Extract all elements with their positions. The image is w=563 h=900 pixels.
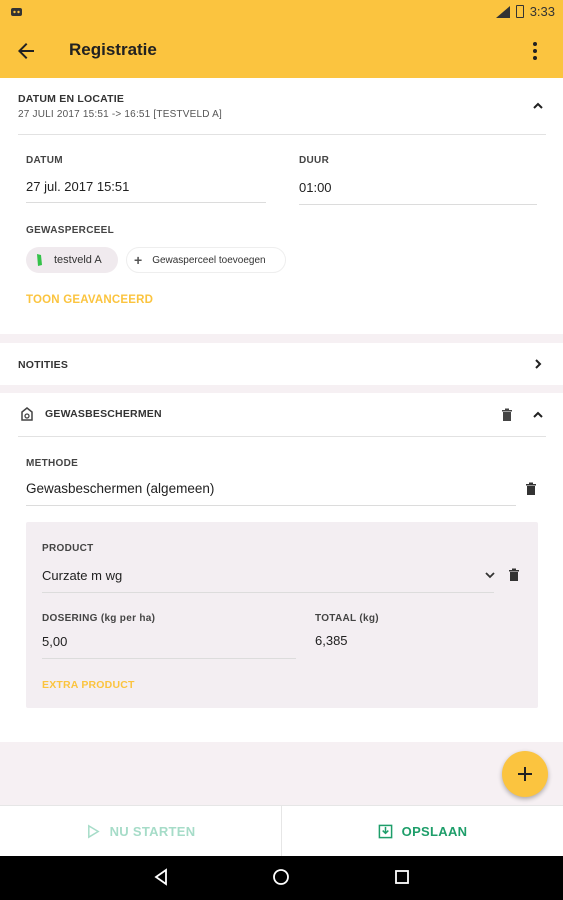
add-fab[interactable] [502, 751, 548, 797]
divider [18, 134, 546, 135]
datum-underline [26, 202, 266, 203]
product-panel: PRODUCT Curzate m wg DOSERING (kg per ha… [26, 522, 538, 708]
methode-field[interactable]: Gewasbeschermen (algemeen) [26, 481, 214, 496]
status-time: 3:33 [529, 4, 555, 19]
delete-methode-icon[interactable] [524, 482, 538, 496]
start-now-button[interactable]: NU STARTEN [0, 806, 281, 857]
system-nav-bar [0, 856, 563, 900]
signal-icon [495, 5, 510, 18]
duur-underline [299, 204, 537, 205]
product-underline [42, 592, 494, 593]
notities-card[interactable]: NOTITIES [0, 343, 563, 385]
status-bar: 3:33 [0, 0, 563, 24]
add-field-chip[interactable]: + Gewasperceel toevoegen [126, 247, 286, 273]
gewasbeschermen-title: GEWASBESCHERMEN [45, 408, 162, 420]
methode-underline [26, 505, 516, 506]
datum-locatie-summary: 27 JULI 2017 15:51 -> 16:51 [TESTVELD A] [18, 109, 222, 120]
datum-locatie-card: DATUM EN LOCATIE 27 JULI 2017 15:51 -> 1… [0, 78, 563, 334]
delete-icon[interactable] [500, 408, 514, 422]
field-chip-testveld-a[interactable]: testveld A [26, 247, 118, 273]
plus-icon: + [134, 252, 143, 268]
datum-field[interactable]: 27 jul. 2017 15:51 [26, 179, 129, 194]
battery-icon [515, 5, 524, 18]
android-notification-icon [11, 8, 22, 16]
page-title: Registratie [69, 40, 157, 59]
totaal-label: TOTAAL (kg) [315, 613, 379, 624]
bottom-action-bar: NU STARTEN OPSLAAN [0, 805, 563, 857]
chevron-right-icon[interactable] [531, 357, 545, 371]
dosering-field[interactable]: 5,00 [42, 634, 67, 649]
more-vert-icon[interactable] [523, 39, 547, 63]
gewasperceel-label: GEWASPERCEEL [26, 225, 115, 236]
duur-label: DUUR [299, 155, 330, 166]
chevron-down-icon[interactable] [484, 569, 496, 581]
product-label: PRODUCT [42, 543, 94, 554]
totaal-value: 6,385 [315, 633, 348, 648]
play-icon [87, 824, 100, 839]
crop-protection-icon [21, 407, 33, 421]
save-label: OPSLAAN [401, 824, 468, 839]
chevron-up-icon[interactable] [531, 408, 545, 422]
delete-product-icon[interactable] [507, 568, 521, 582]
nav-back-icon[interactable] [152, 868, 170, 886]
chevron-up-icon[interactable] [531, 99, 545, 113]
product-select[interactable]: Curzate m wg [42, 568, 122, 583]
save-button[interactable]: OPSLAAN [282, 806, 563, 857]
dosering-label: DOSERING (kg per ha) [42, 613, 156, 624]
add-field-label: Gewasperceel toevoegen [152, 254, 266, 266]
start-now-label: NU STARTEN [109, 824, 196, 839]
plus-icon [518, 767, 532, 781]
nav-home-icon[interactable] [272, 868, 290, 886]
nav-recents-icon[interactable] [393, 868, 411, 886]
extra-product-link[interactable]: EXTRA PRODUCT [42, 679, 135, 691]
divider [18, 436, 546, 437]
save-icon [378, 824, 392, 839]
field-shape-icon [37, 254, 42, 266]
datum-locatie-header[interactable]: DATUM EN LOCATIE 27 JULI 2017 15:51 -> 1… [0, 78, 563, 134]
back-arrow-icon[interactable] [14, 39, 38, 63]
show-advanced-link[interactable]: TOON GEAVANCEERD [26, 294, 153, 306]
methode-label: METHODE [26, 458, 79, 469]
field-chip-label: testveld A [54, 254, 102, 266]
duur-field[interactable]: 01:00 [299, 180, 332, 195]
datum-locatie-title: DATUM EN LOCATIE [18, 93, 125, 105]
app-bar: Registratie [0, 24, 563, 78]
dosering-underline [42, 658, 296, 659]
datum-label: DATUM [26, 155, 63, 166]
notities-title: NOTITIES [18, 359, 69, 371]
